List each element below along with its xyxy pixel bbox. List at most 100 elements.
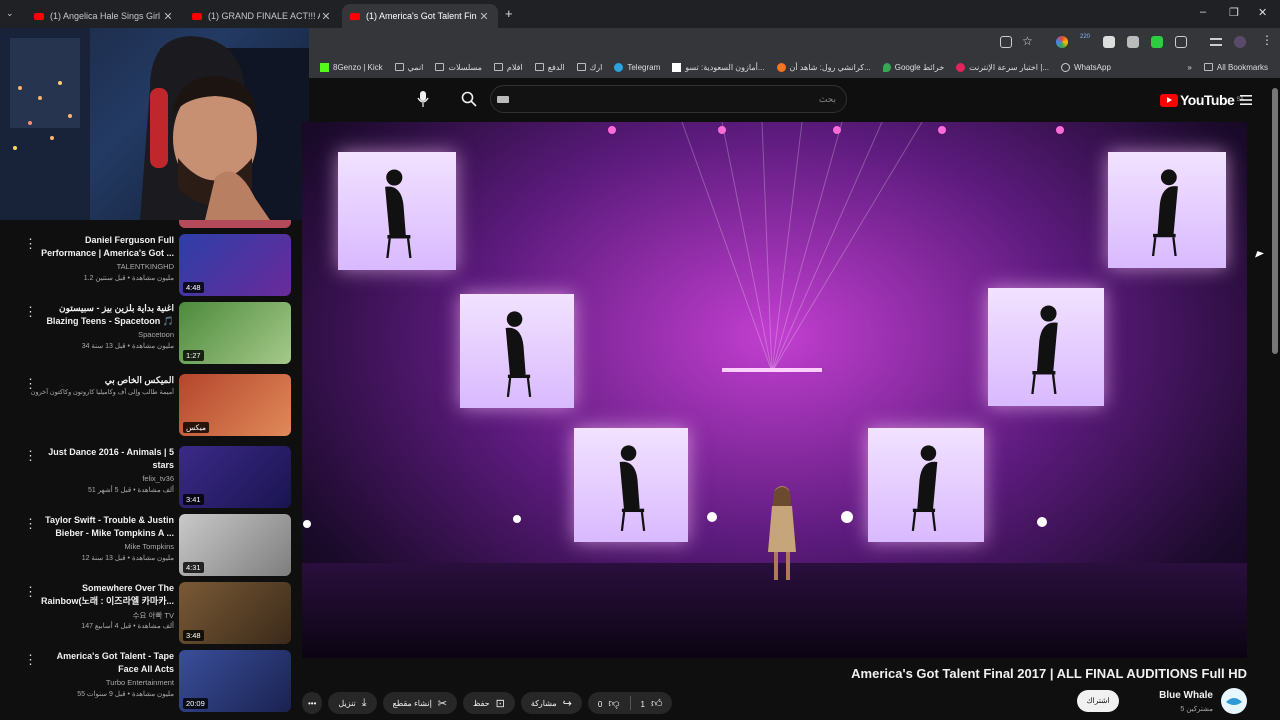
youtube-logo[interactable]: YouTube SA [1160, 92, 1244, 108]
extension-icon[interactable] [1127, 36, 1139, 48]
download-button[interactable]: تنزيل ⤓ [328, 692, 377, 714]
crunchyroll-icon [776, 62, 786, 72]
mouse-cursor-icon [1255, 251, 1264, 260]
channel-name[interactable]: Turbo Entertainment [34, 678, 174, 687]
folder-icon [493, 63, 503, 71]
page-scrollbar[interactable] [1272, 88, 1278, 354]
video-meta: 12 مليون مشاهدة • قبل 13 سنة [81, 555, 174, 562]
mix-playlist-item[interactable]: ⋮ الميكس الخاص بي أميمة طالب وإلى أف وكا… [0, 374, 300, 440]
related-video-item[interactable]: ⋮ اغنية بداية بلزين بيز - سبيستون Blazin… [0, 302, 300, 368]
tab-3-active[interactable]: (1) America's Got Talent Fin ✕ [342, 4, 498, 28]
channel-avatar[interactable] [1221, 688, 1247, 714]
extension-icon[interactable] [1151, 36, 1163, 48]
profile-avatar-icon[interactable] [1234, 36, 1246, 48]
video-thumbnail[interactable]: 4:48 [179, 234, 291, 296]
close-window-button[interactable]: ✕ [1258, 6, 1267, 19]
keyboard-icon[interactable] [497, 96, 509, 103]
related-video-item[interactable]: ⋮ America's Got Talent - Tape Face All A… [0, 650, 300, 716]
bookmark-google-maps[interactable]: Google خرائط [882, 62, 945, 72]
video-thumbnail[interactable]: 3:48 [179, 582, 291, 644]
share-button[interactable]: مشاركة ↪ [520, 692, 582, 714]
duration-badge: 20:09 [183, 698, 208, 709]
bookmark-speedtest[interactable]: اختبار سرعة الإنترنت |... [956, 62, 1049, 72]
related-video-item[interactable]: ⋮ Daniel Ferguson Full Performance | Ame… [0, 234, 300, 300]
video-thumbnail[interactable]: 4:31 [179, 514, 291, 576]
more-actions-button[interactable]: ••• [302, 692, 323, 714]
search-icon[interactable] [461, 91, 477, 107]
install-app-icon[interactable] [1000, 36, 1012, 48]
bookmark-crunchyroll[interactable]: كرانشي رول: شاهد أن... [776, 62, 871, 72]
bookmark-kick[interactable]: 8Genzo | Kick [320, 62, 383, 72]
save-button[interactable]: حفظ ⊡ [463, 692, 515, 714]
extension-counter-icon[interactable]: 220 [1078, 34, 1092, 40]
mix-badge: ميكس [183, 422, 209, 433]
scissors-icon: ✂ [437, 697, 448, 710]
bookmarks-overflow-button[interactable]: » [1187, 63, 1191, 72]
search-input[interactable]: بحث [490, 85, 847, 113]
dislike-count: 0 [597, 699, 603, 709]
channel-name[interactable]: TALENTKINGHD [34, 262, 174, 271]
channel-name[interactable]: Spacetoon [34, 330, 174, 339]
bookmark-folder[interactable]: الدفع [534, 63, 565, 72]
like-dislike-group: 0 👎︎ 1 👍︎ [587, 692, 673, 714]
related-video-item[interactable]: ⋮ Taylor Swift - Trouble & Justin Bieber… [0, 514, 300, 580]
kick-icon [320, 62, 329, 72]
video-title[interactable]: America's Got Talent - Tape Face All Act… [34, 650, 174, 676]
bookmark-folder[interactable]: انمي [394, 63, 423, 72]
video-title[interactable]: Somewhere Over The Rainbow(노래 : 이즈라엘 카마카… [34, 582, 174, 608]
close-tab-icon[interactable]: ✕ [162, 10, 174, 23]
bookmark-folder[interactable]: مسلسلات [435, 63, 482, 72]
media-controls-icon[interactable] [1210, 38, 1222, 46]
channel-name[interactable]: Blue Whale [1159, 690, 1213, 701]
related-video-item[interactable]: ⋮ Somewhere Over The Rainbow(노래 : 이즈라엘 카… [0, 582, 300, 648]
minimize-button[interactable]: – [1200, 6, 1206, 18]
new-tab-button[interactable]: + [505, 6, 513, 21]
voice-search-icon[interactable] [417, 90, 429, 108]
subscribe-button[interactable]: اشتراك [1077, 690, 1119, 712]
extensions-puzzle-icon[interactable] [1175, 36, 1187, 48]
amazon-icon [672, 62, 682, 72]
video-thumbnail[interactable]: 3:41 [179, 446, 291, 508]
video-thumbnail[interactable]: ميكس [179, 374, 291, 436]
extension-color-icon[interactable] [1056, 36, 1068, 48]
bookmark-amazon[interactable]: أمازون السعودية: تسو... [672, 62, 765, 72]
save-label: حفظ [473, 698, 490, 708]
channel-name[interactable]: 수요 아빠 TV [34, 610, 174, 621]
close-tab-icon[interactable]: ✕ [478, 10, 490, 23]
close-tab-icon[interactable]: ✕ [320, 10, 332, 23]
all-bookmarks-button[interactable]: All Bookmarks [1203, 63, 1268, 72]
channel-name[interactable]: Mike Tompkins [34, 542, 174, 551]
related-video-item[interactable]: ⋮ Just Dance 2016 - Animals | 5 stars fe… [0, 446, 300, 512]
webcam-image [0, 28, 309, 220]
bookmark-star-icon[interactable]: ☆ [1022, 34, 1033, 48]
dislike-button[interactable]: 0 👎︎ [598, 697, 620, 710]
video-title[interactable]: الميكس الخاص بي [34, 374, 174, 387]
more-actions-label: ••• [308, 698, 317, 708]
youtube-favicon-icon [192, 12, 202, 20]
channel-name[interactable]: felix_tv36 [34, 474, 174, 483]
bookmark-whatsapp[interactable]: WhatsApp [1060, 62, 1111, 72]
clip-button[interactable]: إنشاء مقطع ✂ [382, 692, 458, 714]
share-arrow-icon: ↪ [562, 697, 572, 710]
like-count: 1 [640, 699, 645, 709]
like-button[interactable]: 1 👍︎ [641, 697, 673, 710]
bookmark-folder[interactable]: ارك [576, 63, 602, 72]
bookmark-folder[interactable]: افلام [493, 63, 523, 72]
tab-2[interactable]: (1) GRAND FINALE ACT!!! Amer ✕ [184, 4, 340, 28]
restore-button[interactable]: ❐ [1229, 6, 1239, 19]
video-title[interactable]: Just Dance 2016 - Animals | 5 stars [34, 446, 174, 472]
bookmark-telegram[interactable]: Telegram [614, 62, 660, 72]
video-thumbnail[interactable]: 20:09 [179, 650, 291, 712]
extension-icon[interactable] [1103, 36, 1115, 48]
tab-search-icon[interactable]: ⌄ [6, 8, 14, 19]
tab-1[interactable]: (1) Angelica Hale Sings Girl On ✕ [26, 4, 182, 28]
video-title[interactable]: Daniel Ferguson Full Performance | Ameri… [34, 234, 174, 260]
video-player[interactable] [302, 122, 1247, 658]
video-title[interactable]: اغنية بداية بلزين بيز - سبيستون Blazing … [34, 302, 174, 328]
video-thumbnail[interactable]: 1:27 [179, 302, 291, 364]
browser-menu-icon[interactable]: ⋮ [1261, 33, 1273, 47]
bookmark-label: Google خرائط [894, 62, 945, 72]
violinist-panel [988, 288, 1104, 406]
hamburger-menu-icon[interactable] [1240, 93, 1252, 105]
video-title[interactable]: Taylor Swift - Trouble & Justin Bieber -… [34, 514, 174, 540]
